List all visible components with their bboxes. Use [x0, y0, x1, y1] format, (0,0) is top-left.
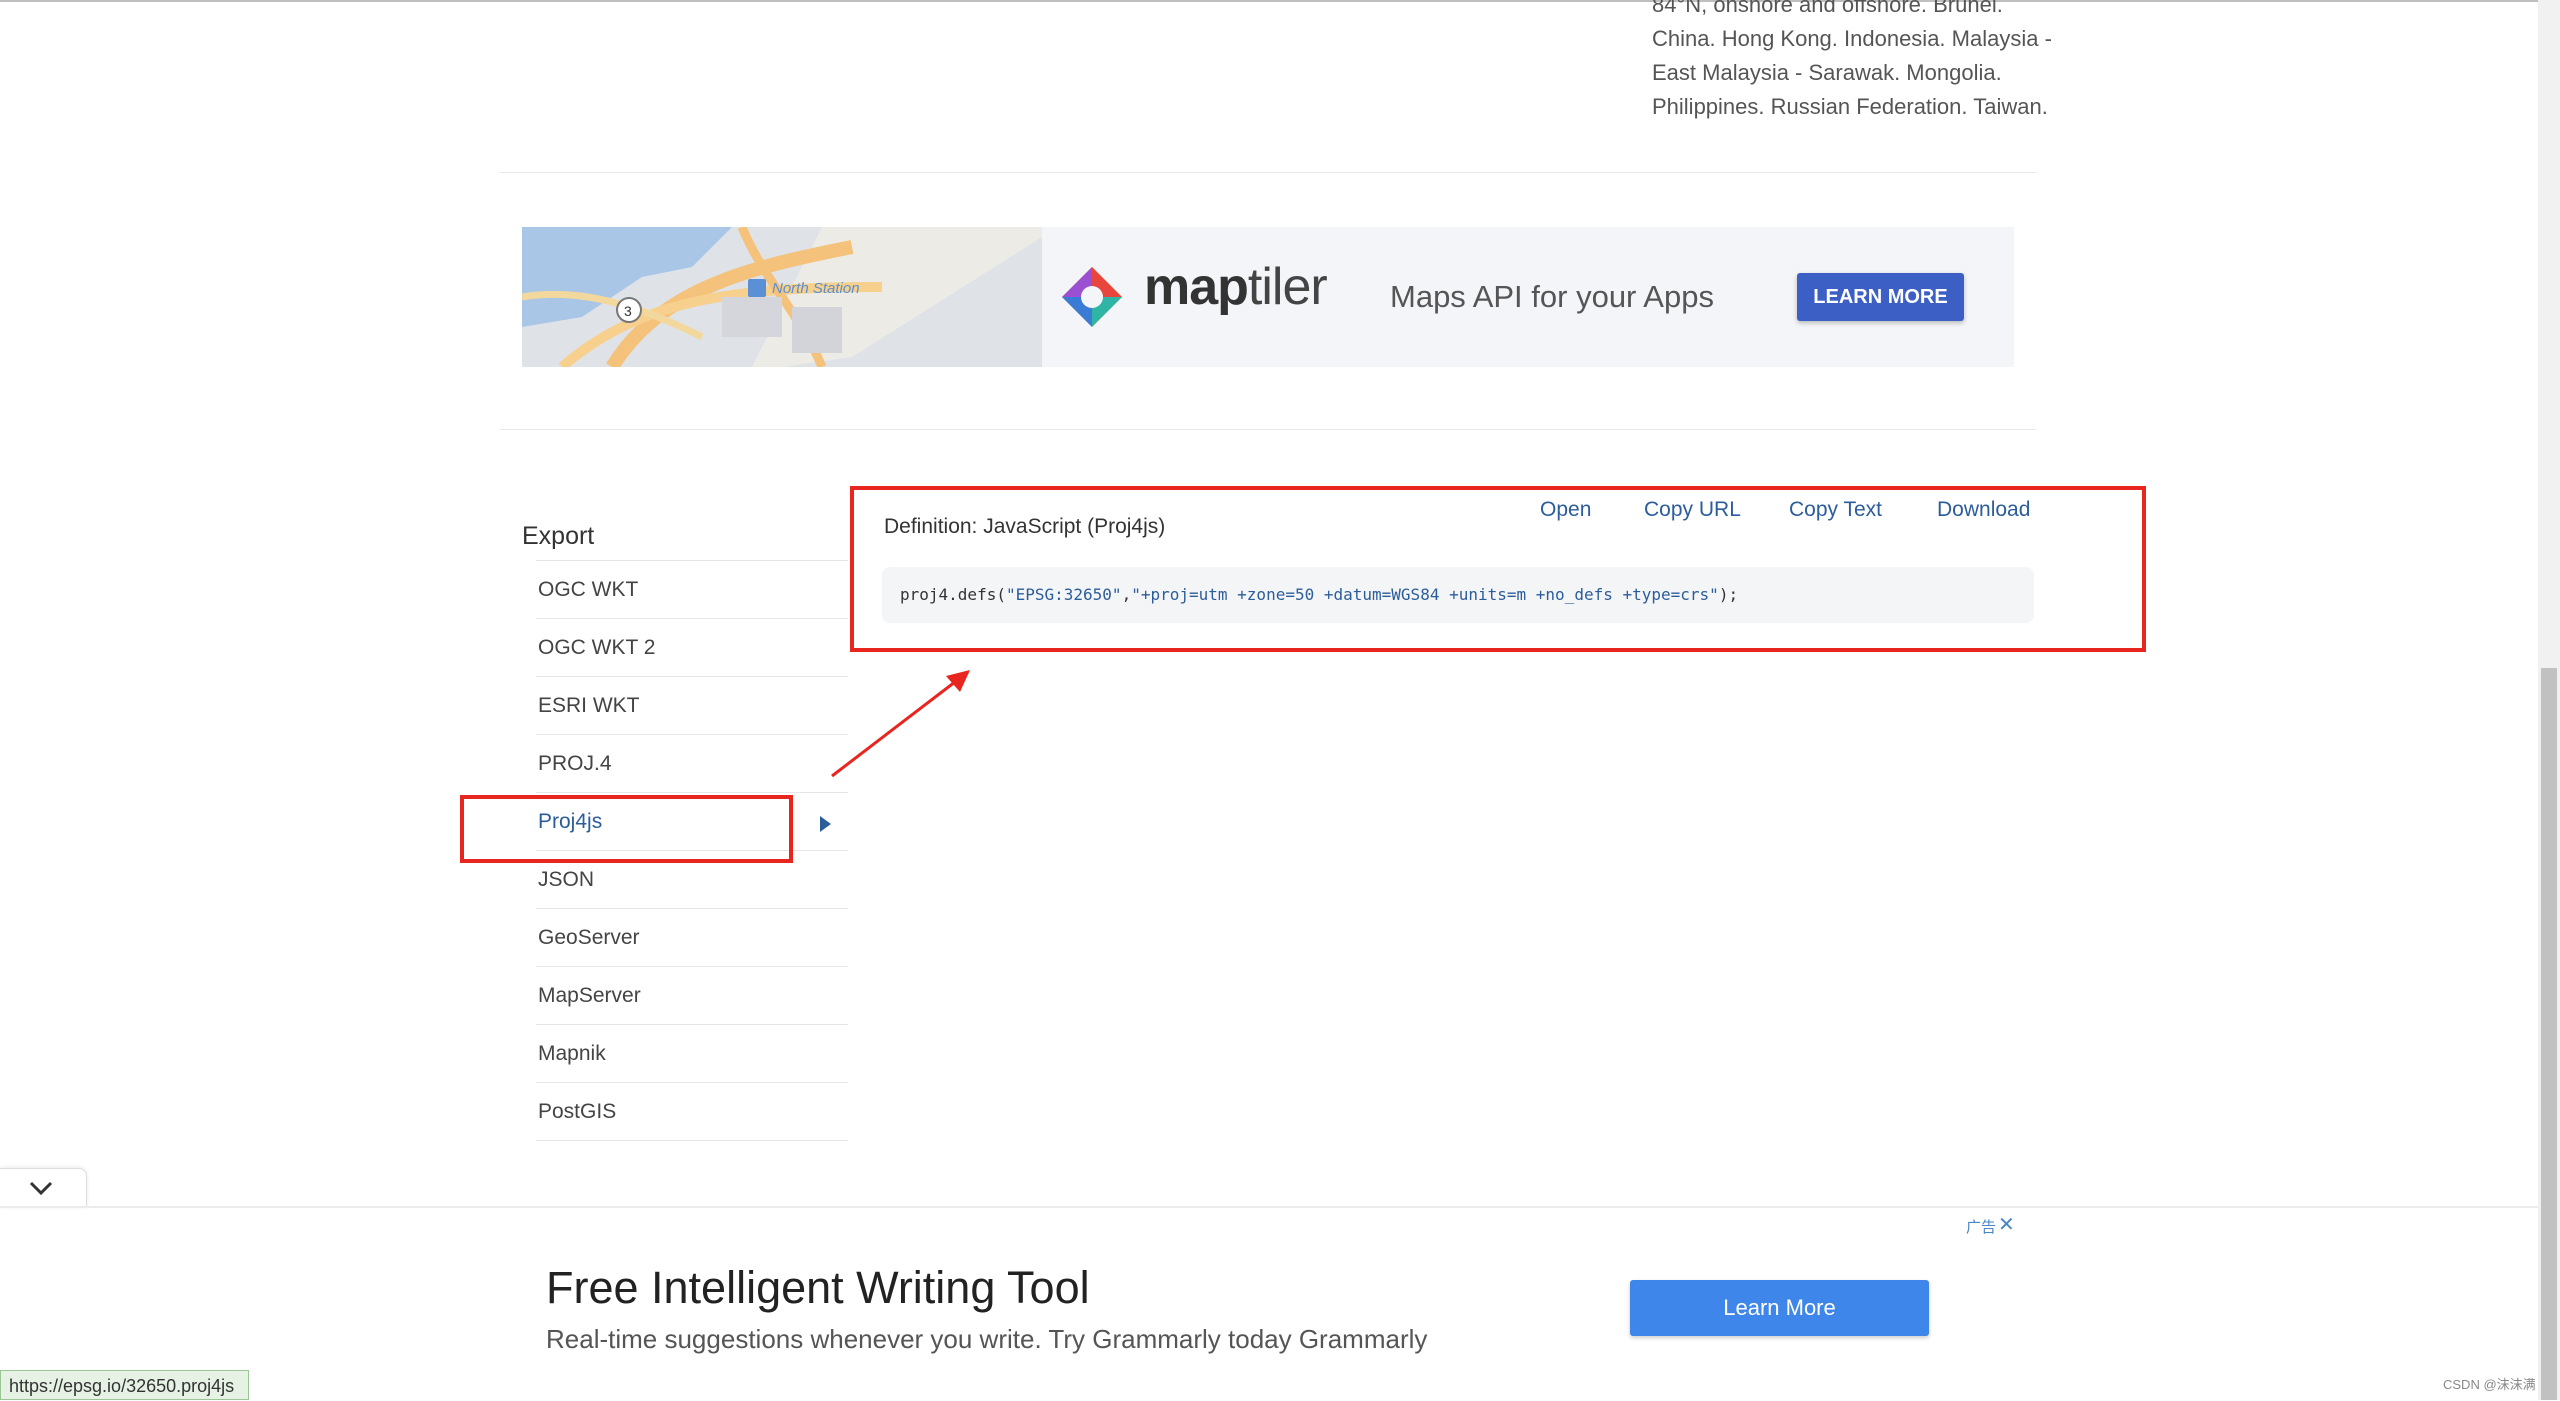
banner-tagline: Maps API for your Apps [1390, 279, 1714, 314]
collapse-toggle[interactable] [0, 1168, 87, 1208]
ad-learn-more-button[interactable]: Learn More [1630, 1280, 1929, 1336]
annotation-box-definition [850, 486, 2146, 652]
annotation-box-proj4js [460, 795, 793, 863]
watermark-text: CSDN @沫沫满 [2443, 1377, 2536, 1392]
top-border [0, 0, 2538, 2]
export-item-ogc-wkt-2[interactable]: OGC WKT 2 [536, 618, 848, 676]
ad-title[interactable]: Free Intelligent Writing Tool [546, 1262, 1090, 1314]
status-bar-url: https://epsg.io/32650.proj4js [0, 1370, 250, 1400]
section-divider [500, 429, 2036, 430]
learn-more-button[interactable]: LEARN MORE [1797, 273, 1964, 321]
map-marker-number: 3 [624, 303, 632, 319]
vertical-scrollbar[interactable] [2538, 0, 2560, 1400]
wordmark-bold: map [1144, 258, 1249, 316]
maptiler-banner[interactable]: 3 North Station maptiler Maps API for yo… [522, 227, 2014, 367]
export-item-proj4[interactable]: PROJ.4 [536, 734, 848, 792]
ad-close-icon[interactable]: ✕ [1998, 1215, 2015, 1235]
export-item-geoserver[interactable]: GeoServer [536, 908, 848, 966]
maptiler-wordmark: maptiler [1144, 257, 1328, 317]
export-item-mapserver[interactable]: MapServer [536, 966, 848, 1024]
bottom-divider [0, 1206, 2538, 1208]
map-station-label: North Station [772, 280, 860, 297]
export-item-mapnik[interactable]: Mapnik [536, 1024, 848, 1082]
section-divider [500, 172, 2036, 173]
active-item-arrow-icon [820, 816, 831, 832]
export-item-postgis[interactable]: PostGIS [536, 1082, 848, 1141]
scrollbar-thumb[interactable] [2541, 668, 2557, 1400]
banner-map-image: 3 North Station [522, 227, 1042, 367]
export-item-esri-wkt[interactable]: ESRI WKT [536, 676, 848, 734]
wordmark-light: tiler [1247, 258, 1328, 316]
maptiler-logo-icon [1062, 267, 1122, 327]
chevron-down-icon [29, 1181, 53, 1196]
ad-subtitle: Real-time suggestions whenever you write… [546, 1324, 1428, 1354]
ad-label: 广告 [1966, 1219, 1997, 1236]
annotation-arrow-icon [831, 670, 970, 778]
export-heading: Export [522, 522, 595, 550]
export-item-ogc-wkt[interactable]: OGC WKT [536, 560, 848, 618]
area-of-use-text: 84°N, onshore and offshore. Brunei. Chin… [1652, 0, 2052, 119]
